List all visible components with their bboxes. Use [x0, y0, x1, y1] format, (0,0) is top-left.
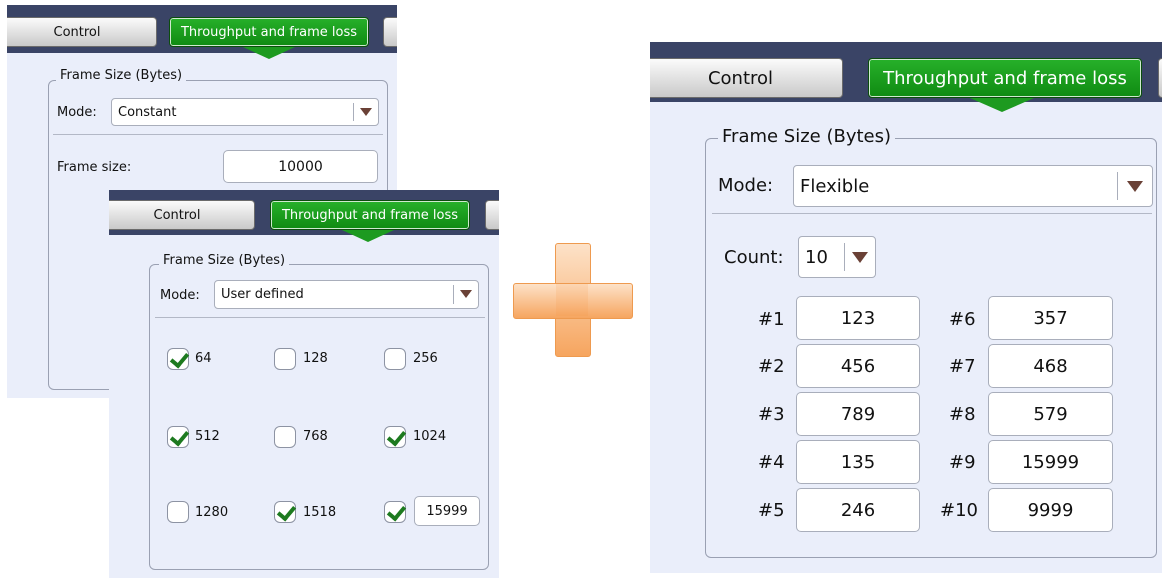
frame-2-label: #2: [758, 356, 785, 377]
tab-control-label: Control: [53, 24, 101, 40]
plus-icon: [513, 243, 633, 357]
checkbox-256[interactable]: [384, 348, 406, 370]
active-tab-indicator: [342, 230, 394, 242]
checkbox-1280-label: 1280: [195, 505, 229, 520]
checkbox-64[interactable]: [167, 348, 189, 370]
frame-1-input[interactable]: 123: [796, 296, 920, 340]
active-tab-indicator: [243, 47, 295, 59]
group-title: Frame Size (Bytes): [718, 126, 896, 147]
tab-control[interactable]: Control: [650, 58, 843, 98]
frame-8-input[interactable]: 579: [988, 392, 1113, 436]
tab-throughput[interactable]: Throughput and frame loss: [270, 200, 470, 230]
tab-control-label: Control: [153, 207, 201, 223]
checkbox-1518-label: 1518: [303, 505, 337, 520]
divider: [155, 317, 485, 318]
checkbox-1024-label: 1024: [413, 429, 447, 444]
mode-value: Constant: [118, 104, 177, 120]
frame-9-label: #9: [949, 452, 976, 473]
tab-control[interactable]: Control: [7, 17, 157, 47]
checkbox-custom[interactable]: [384, 501, 406, 523]
frame-8-label: #8: [949, 404, 976, 425]
tab-next[interactable]: [383, 17, 397, 47]
frame-3-label: #3: [758, 404, 785, 425]
tab-control-label: Control: [707, 67, 774, 89]
mode-label: Mode:: [57, 105, 97, 120]
count-dropdown[interactable]: 10: [798, 236, 876, 278]
chevron-down-icon[interactable]: [844, 243, 875, 271]
checkbox-256-label: 256: [413, 351, 438, 366]
group-title: Frame Size (Bytes): [56, 68, 187, 83]
tab-throughput-label: Throughput and frame loss: [883, 67, 1127, 89]
frame-size-input[interactable]: 10000: [223, 150, 378, 183]
tab-control[interactable]: Control: [109, 200, 255, 230]
checkbox-768[interactable]: [274, 426, 296, 448]
checkbox-1518[interactable]: [274, 501, 296, 523]
frame-1-label: #1: [758, 309, 785, 330]
mode-dropdown[interactable]: Flexible: [793, 165, 1153, 207]
tab-throughput[interactable]: Throughput and frame loss: [169, 17, 369, 47]
group-title: Frame Size (Bytes): [159, 253, 290, 268]
checkbox-128-label: 128: [303, 351, 328, 366]
checkbox-128[interactable]: [274, 348, 296, 370]
count-value: 10: [805, 246, 828, 268]
frame-10-label: #10: [940, 500, 978, 521]
frame-2-input[interactable]: 456: [796, 344, 920, 388]
frame-9-input[interactable]: 15999: [988, 440, 1113, 484]
frame-size-label: Frame size:: [57, 160, 132, 175]
tab-next[interactable]: [485, 200, 499, 230]
frame-6-label: #6: [949, 309, 976, 330]
frame-3-input[interactable]: 789: [796, 392, 920, 436]
checkbox-1280[interactable]: [167, 501, 189, 523]
panel-user-defined: Control Throughput and frame loss Frame …: [109, 190, 499, 578]
tab-throughput-label: Throughput and frame loss: [180, 24, 358, 40]
panel-flexible: Control Throughput and frame loss Frame …: [650, 42, 1162, 573]
checkbox-1024[interactable]: [384, 426, 406, 448]
mode-value: User defined: [221, 287, 304, 302]
mode-value: Flexible: [800, 175, 870, 197]
checkbox-512-label: 512: [195, 429, 220, 444]
chevron-down-icon[interactable]: [353, 102, 378, 122]
active-tab-indicator: [970, 98, 1034, 112]
divider: [712, 213, 1152, 214]
frame-5-input[interactable]: 246: [796, 488, 920, 532]
checkbox-64-label: 64: [195, 351, 212, 366]
mode-label: Mode:: [718, 175, 774, 196]
frame-5-label: #5: [758, 500, 785, 521]
mode-dropdown[interactable]: User defined: [214, 280, 479, 309]
frame-4-input[interactable]: 135: [796, 440, 920, 484]
frame-7-label: #7: [949, 356, 976, 377]
frame-6-input[interactable]: 357: [988, 296, 1113, 340]
custom-size-input[interactable]: 15999: [414, 496, 480, 526]
tab-throughput[interactable]: Throughput and frame loss: [868, 58, 1142, 98]
tab-next[interactable]: [1158, 58, 1162, 98]
chevron-down-icon[interactable]: [1117, 172, 1152, 200]
count-label: Count:: [724, 247, 784, 268]
divider: [53, 134, 383, 135]
chevron-down-icon[interactable]: [453, 285, 478, 304]
frame-10-input[interactable]: 9999: [988, 488, 1113, 532]
tab-throughput-label: Throughput and frame loss: [281, 207, 459, 223]
checkbox-768-label: 768: [303, 429, 328, 444]
mode-label: Mode:: [160, 288, 200, 303]
frame-4-label: #4: [758, 452, 785, 473]
checkbox-512[interactable]: [167, 426, 189, 448]
frame-7-input[interactable]: 468: [988, 344, 1113, 388]
mode-dropdown[interactable]: Constant: [111, 98, 379, 126]
